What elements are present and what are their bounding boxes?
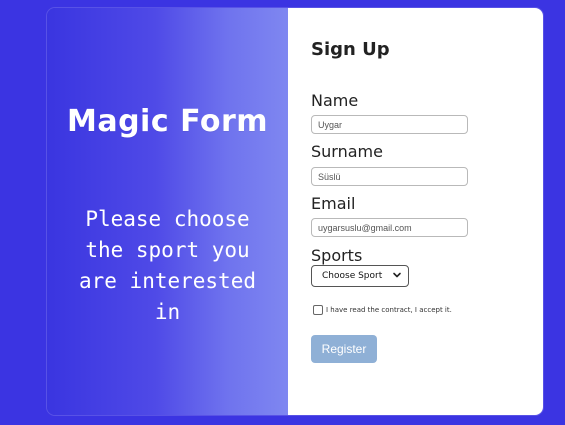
signup-card: Magic Form Please choose the sport you a…	[47, 8, 543, 415]
surname-label: Surname	[311, 142, 383, 161]
form-title: Sign Up	[311, 39, 390, 60]
sports-selected-value: Choose Sport	[322, 271, 383, 281]
register-button[interactable]: Register	[311, 335, 377, 363]
sport-choice-message: Please choose the sport you are interest…	[78, 207, 256, 324]
sports-select[interactable]: Choose Sport	[311, 265, 409, 287]
signup-form-panel: Sign Up Name Surname Email Sports Choose…	[288, 8, 543, 415]
agreement-label: I have read the contract, I accept it.	[326, 306, 452, 314]
name-field[interactable]	[311, 115, 468, 134]
left-hero-panel: Magic Form Please choose the sport you a…	[47, 8, 288, 415]
surname-field[interactable]	[311, 167, 468, 186]
page-background: Magic Form Please choose the sport you a…	[0, 0, 565, 425]
name-label: Name	[311, 91, 359, 110]
agreement-row: I have read the contract, I accept it.	[313, 305, 452, 315]
sports-label: Sports	[311, 246, 363, 265]
email-label: Email	[311, 194, 356, 213]
chevron-down-icon	[393, 272, 401, 278]
brand-title: Magic Form	[66, 104, 269, 139]
email-field[interactable]	[311, 218, 468, 237]
agreement-checkbox[interactable]	[313, 305, 323, 315]
